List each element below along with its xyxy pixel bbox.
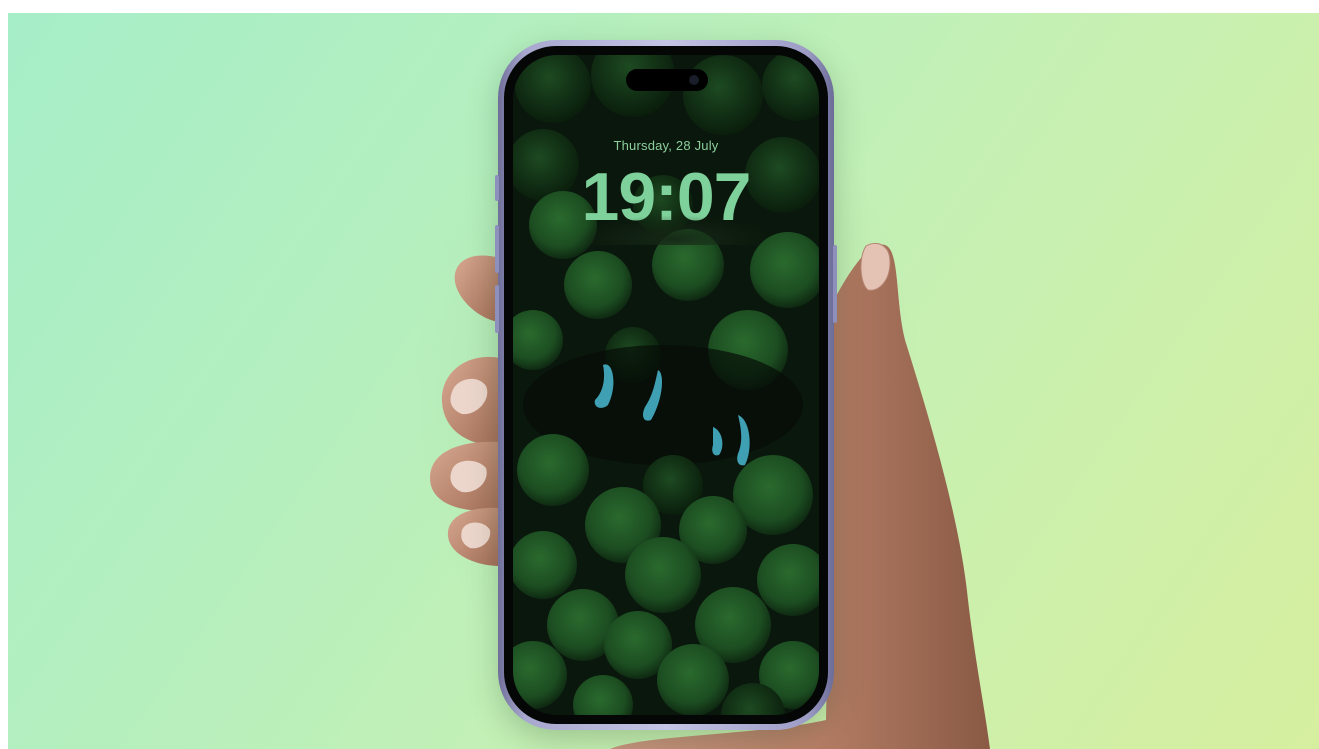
canvas: Thursday, 28 July 19:07 bbox=[0, 0, 1319, 749]
lock-screen: Thursday, 28 July 19:07 bbox=[513, 55, 819, 715]
volume-up-button bbox=[495, 225, 499, 273]
clownfish-wallpaper bbox=[513, 55, 819, 715]
phone-bezel: Thursday, 28 July 19:07 bbox=[504, 46, 828, 724]
lock-screen-date: Thursday, 28 July bbox=[613, 138, 719, 153]
power-button bbox=[833, 245, 837, 323]
iphone-device: Thursday, 28 July 19:07 bbox=[495, 40, 837, 730]
clock-depth-overlap bbox=[573, 215, 773, 245]
dynamic-island bbox=[626, 69, 708, 91]
front-camera-icon bbox=[689, 75, 699, 85]
action-button bbox=[495, 175, 499, 201]
volume-down-button bbox=[495, 285, 499, 333]
